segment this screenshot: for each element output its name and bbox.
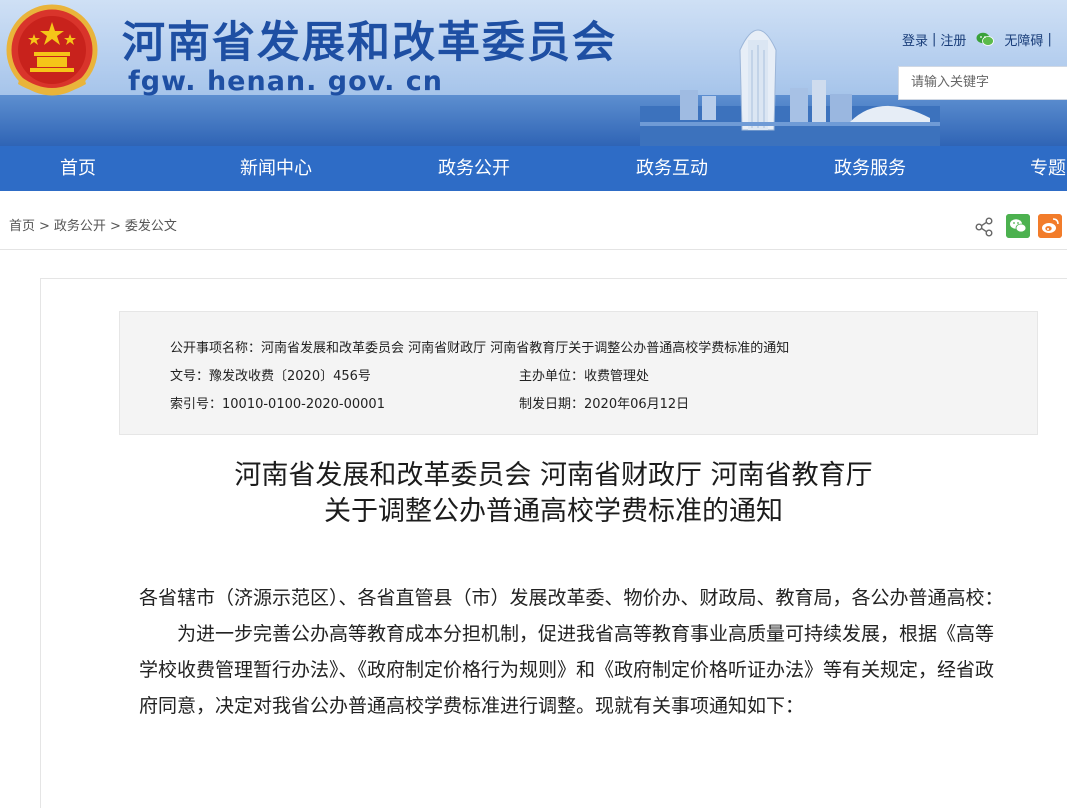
breadcrumb: 首页 > 政务公开 > 委发公文 bbox=[9, 215, 177, 234]
meta-date: 制发日期：2020年06月12日 bbox=[519, 393, 689, 412]
nav-item-topics[interactable]: 专题 bbox=[1030, 146, 1067, 191]
nav-item-news[interactable]: 新闻中心 bbox=[230, 146, 322, 191]
site-header: 河南省发展和改革委员会 fgw. henan. gov. cn 登录 | 注册 … bbox=[0, 0, 1067, 146]
document-title-line-2: 关于调整公办普通高校学费标准的通知 bbox=[324, 496, 783, 527]
meta-doc-no: 文号：豫发改收费〔2020〕456号 bbox=[170, 365, 371, 384]
nav-item-gov-affairs[interactable]: 政务公开 bbox=[428, 146, 520, 191]
register-link[interactable]: 注册 bbox=[940, 30, 966, 49]
meta-doc-no-label: 文号： bbox=[170, 369, 210, 384]
meta-sponsor: 主办单位：收费管理处 bbox=[519, 365, 649, 384]
meta-index: 索引号：10010-0100-2020-00001 bbox=[170, 393, 385, 412]
breadcrumb-row: 首页 > 政务公开 > 委发公文 bbox=[0, 191, 1067, 250]
nav-item-interaction[interactable]: 政务互动 bbox=[626, 146, 718, 191]
meta-sponsor-label: 主办单位： bbox=[519, 369, 585, 384]
document-title: 河南省发展和改革委员会 河南省财政厅 河南省教育厅 关于调整公办普通高校学费标准… bbox=[40, 458, 1067, 530]
meta-index-value: 10010-0100-2020-00001 bbox=[222, 397, 385, 412]
weibo-share-icon[interactable] bbox=[1038, 214, 1062, 238]
document-body: 各省辖市（济源示范区）、各省直管县（市）发展改革委、物价办、财政局、教育局，各公… bbox=[139, 580, 1009, 724]
breadcrumb-separator: > bbox=[39, 219, 50, 234]
accessibility-link[interactable]: 无障碍 bbox=[1004, 30, 1043, 49]
meta-item-name-label: 公开事项名称： bbox=[170, 341, 262, 356]
nav-item-home[interactable]: 首页 bbox=[40, 146, 116, 191]
wechat-icon[interactable] bbox=[976, 32, 995, 47]
main-nav: 首页 新闻中心 政务公开 政务互动 政务服务 专题 bbox=[0, 146, 1067, 191]
login-link[interactable]: 登录 bbox=[902, 30, 928, 49]
nav-item-services[interactable]: 政务服务 bbox=[824, 146, 916, 191]
search-input[interactable] bbox=[899, 67, 1061, 97]
city-skyline-image bbox=[640, 29, 940, 146]
search-box bbox=[898, 66, 1067, 100]
meta-doc-no-value: 豫发改收费〔2020〕456号 bbox=[209, 369, 371, 384]
meta-item-name-value: 河南省发展和改革委员会 河南省财政厅 河南省教育厅关于调整公办普通高校学费标准的… bbox=[261, 341, 790, 356]
meta-date-value: 2020年06月12日 bbox=[584, 397, 690, 412]
site-domain: fgw. henan. gov. cn bbox=[128, 66, 443, 97]
breadcrumb-separator: > bbox=[109, 219, 121, 234]
document-paragraph-1: 为进一步完善公办高等教育成本分担机制，促进我省高等教育事业高质量可持续发展，根据… bbox=[139, 623, 995, 717]
top-links-divider-2: | bbox=[1047, 32, 1052, 47]
meta-index-label: 索引号： bbox=[170, 397, 223, 412]
document-salutation: 各省辖市（济源示范区）、各省直管县（市）发展改革委、物价办、财政局、教育局，各公… bbox=[139, 587, 1004, 609]
site-title: 河南省发展和改革委员会 bbox=[122, 18, 617, 68]
meta-date-label: 制发日期： bbox=[519, 397, 585, 412]
national-emblem-icon bbox=[6, 4, 98, 96]
meta-item-name: 公开事项名称：河南省发展和改革委员会 河南省财政厅 河南省教育厅关于调整公办普通… bbox=[170, 337, 789, 356]
document-meta-box: 公开事项名称：河南省发展和改革委员会 河南省财政厅 河南省教育厅关于调整公办普通… bbox=[119, 311, 1038, 435]
share-icon[interactable] bbox=[974, 217, 994, 237]
document-title-line-1: 河南省发展和改革委员会 河南省财政厅 河南省教育厅 bbox=[234, 460, 873, 491]
top-links-divider: | bbox=[932, 32, 937, 47]
wechat-share-icon[interactable] bbox=[1006, 214, 1030, 238]
meta-sponsor-value: 收费管理处 bbox=[584, 369, 650, 384]
breadcrumb-documents[interactable]: 委发公文 bbox=[125, 219, 177, 234]
top-links: 登录 | 注册 无障碍 | bbox=[902, 30, 1052, 49]
breadcrumb-home[interactable]: 首页 bbox=[9, 219, 35, 234]
breadcrumb-gov-affairs[interactable]: 政务公开 bbox=[54, 219, 106, 234]
